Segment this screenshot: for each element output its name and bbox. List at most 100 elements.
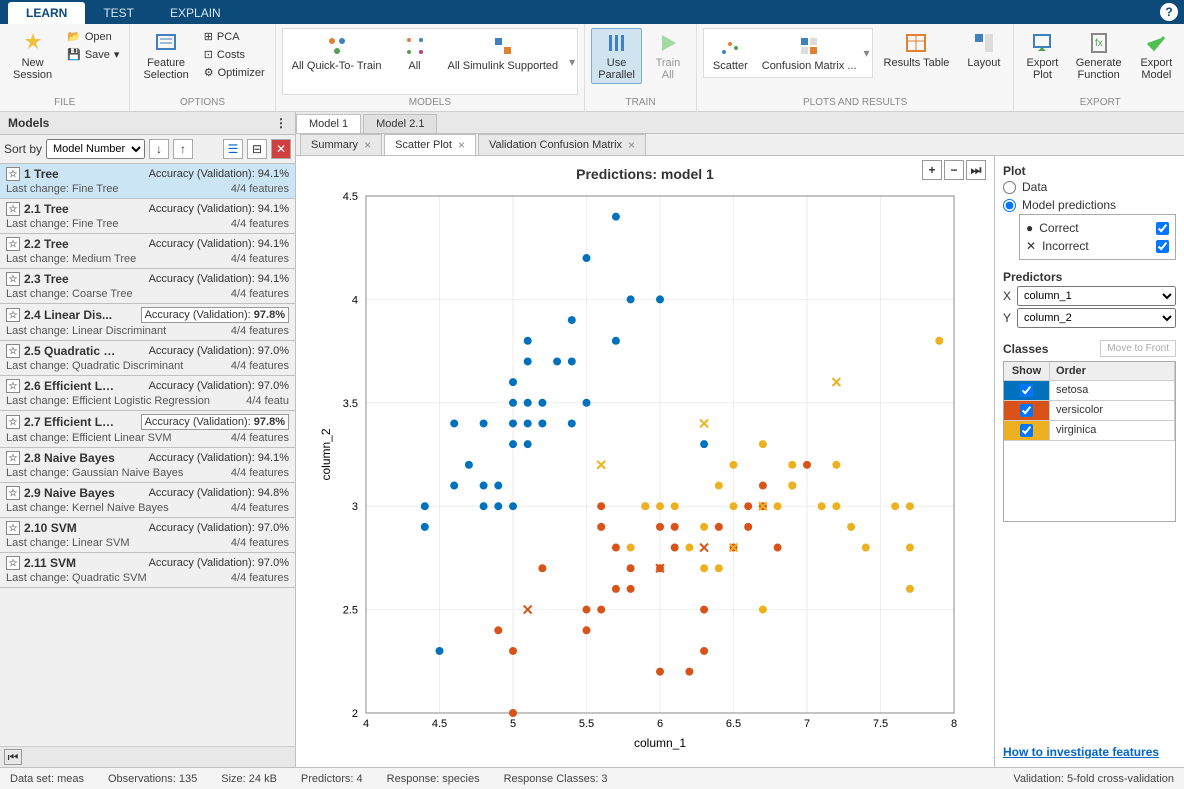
how-to-link[interactable]: How to investigate features xyxy=(1003,745,1176,759)
export-plot-button[interactable]: Export Plot xyxy=(1020,28,1064,84)
status-dataset: Data set: meas xyxy=(10,773,84,785)
svg-text:column_1: column_1 xyxy=(634,736,686,750)
zoom-in-button[interactable]: + xyxy=(922,160,942,180)
group-label-train: TRAIN xyxy=(591,95,690,111)
layout-button[interactable]: Layout xyxy=(960,28,1007,72)
page-first-button[interactable]: ⏮ xyxy=(4,749,22,765)
model-item[interactable]: ☆2.5 Quadratic … Accuracy (Validation): … xyxy=(0,341,295,376)
sub-tab-summary[interactable]: Summary× xyxy=(300,134,382,155)
predictors-section-title: Predictors xyxy=(1003,270,1176,284)
save-button[interactable]: 💾Save▾ xyxy=(63,46,123,63)
star-icon[interactable]: ☆ xyxy=(6,202,20,216)
sort-field-select[interactable]: Model Number xyxy=(46,139,145,159)
star-icon[interactable]: ☆ xyxy=(6,451,20,465)
use-parallel-button[interactable]: Use Parallel xyxy=(591,28,642,84)
new-session-button[interactable]: New Session xyxy=(6,28,59,84)
close-icon[interactable]: × xyxy=(458,138,465,152)
plots-dropdown-arrow[interactable]: ▾ xyxy=(864,46,870,60)
model-item[interactable]: ☆2.8 Naive Bayes Accuracy (Validation): … xyxy=(0,448,295,483)
class-row[interactable]: setosa xyxy=(1004,381,1175,401)
pca-icon: ⊞ xyxy=(204,30,213,43)
model-item[interactable]: ☆2.10 SVM Accuracy (Validation): 97.0% L… xyxy=(0,518,295,553)
panel-menu-icon[interactable]: ⋮ xyxy=(275,116,287,130)
star-icon[interactable]: ☆ xyxy=(6,521,20,535)
model-item[interactable]: ☆1 Tree Accuracy (Validation): 94.1% Las… xyxy=(0,164,295,199)
star-icon[interactable]: ☆ xyxy=(6,486,20,500)
svg-text:7: 7 xyxy=(804,718,810,730)
export-model-button[interactable]: Export Model xyxy=(1133,28,1180,84)
results-table-button[interactable]: Results Table xyxy=(877,28,957,72)
svg-text:6.5: 6.5 xyxy=(726,718,741,730)
class-row[interactable]: versicolor xyxy=(1004,401,1175,421)
tab-test[interactable]: TEST xyxy=(85,2,152,24)
move-to-front-button[interactable]: Move to Front xyxy=(1100,340,1176,357)
star-icon[interactable]: ☆ xyxy=(6,344,20,358)
star-icon[interactable]: ☆ xyxy=(6,272,20,286)
class-show-checkbox[interactable] xyxy=(1020,424,1033,437)
group-label-options: OPTIONS xyxy=(136,95,268,111)
star-icon[interactable]: ☆ xyxy=(6,308,20,322)
tab-learn[interactable]: LEARN xyxy=(8,2,85,24)
model-item[interactable]: ☆2.6 Efficient L… Accuracy (Validation):… xyxy=(0,376,295,411)
sort-asc-button[interactable]: ↑ xyxy=(173,139,193,159)
help-icon[interactable]: ? xyxy=(1160,3,1178,21)
sort-desc-button[interactable]: ↓ xyxy=(149,139,169,159)
incorrect-checkbox[interactable]: ✕Incorrect xyxy=(1026,237,1169,255)
star-icon[interactable]: ☆ xyxy=(6,237,20,251)
correct-checkbox[interactable]: ●Correct xyxy=(1026,219,1169,237)
open-button[interactable]: 📂Open xyxy=(63,28,123,45)
status-bar: Data set: meas Observations: 135 Size: 2… xyxy=(0,767,1184,789)
star-icon[interactable]: ☆ xyxy=(6,167,20,181)
order-header: Order xyxy=(1050,362,1175,381)
doc-tab-model1[interactable]: Model 1 xyxy=(296,114,361,133)
data-radio[interactable]: Data xyxy=(1003,178,1176,196)
scatter-button[interactable]: Scatter xyxy=(706,31,755,75)
sub-tab-confusion[interactable]: Validation Confusion Matrix× xyxy=(478,134,646,155)
status-validation: Validation: 5-fold cross-validation xyxy=(1013,773,1174,785)
class-show-checkbox[interactable] xyxy=(1020,404,1033,417)
model-item[interactable]: ☆2.1 Tree Accuracy (Validation): 94.1% L… xyxy=(0,199,295,234)
dot-icon: ● xyxy=(1026,221,1033,235)
tab-explain[interactable]: EXPLAIN xyxy=(152,2,239,24)
last-plot-button[interactable]: ⏭ xyxy=(966,160,986,180)
model-item[interactable]: ☆2.3 Tree Accuracy (Validation): 94.1% L… xyxy=(0,269,295,304)
y-predictor-select[interactable]: column_2 xyxy=(1017,308,1176,328)
all-button[interactable]: All xyxy=(393,31,437,75)
model-item[interactable]: ☆2.4 Linear Dis... Accuracy (Validation)… xyxy=(0,304,295,341)
all-quick-train-button[interactable]: All Quick-To- Train xyxy=(285,31,389,75)
optimizer-button[interactable]: ⚙Optimizer xyxy=(200,64,269,81)
class-row[interactable]: virginica xyxy=(1004,421,1175,441)
class-show-checkbox[interactable] xyxy=(1020,384,1033,397)
all-simulink-button[interactable]: All Simulink Supported xyxy=(441,31,566,75)
x-predictor-select[interactable]: column_1 xyxy=(1017,286,1176,306)
model-item[interactable]: ☆2.11 SVM Accuracy (Validation): 97.0% L… xyxy=(0,553,295,588)
generate-function-button[interactable]: fx Generate Function xyxy=(1068,28,1128,84)
close-icon[interactable]: × xyxy=(364,138,371,152)
model-predictions-radio[interactable]: Model predictions xyxy=(1003,196,1176,214)
ribbon-toolbar: New Session 📂Open 💾Save▾ FILE Feature Se… xyxy=(0,24,1184,112)
model-item[interactable]: ☆2.7 Efficient L… Accuracy (Validation):… xyxy=(0,411,295,448)
list-view-button[interactable]: ☰ xyxy=(223,139,243,159)
model-list[interactable]: ☆1 Tree Accuracy (Validation): 94.1% Las… xyxy=(0,164,295,746)
delete-button[interactable]: ✕ xyxy=(271,139,291,159)
status-observations: Observations: 135 xyxy=(108,773,197,785)
close-icon[interactable]: × xyxy=(628,138,635,152)
costs-button[interactable]: ⊡Costs xyxy=(200,46,269,63)
zoom-out-button[interactable]: − xyxy=(944,160,964,180)
feature-selection-button[interactable]: Feature Selection xyxy=(136,28,195,84)
sub-tab-scatter[interactable]: Scatter Plot× xyxy=(384,134,476,155)
doc-tab-model21[interactable]: Model 2.1 xyxy=(363,114,437,133)
scatter-chart[interactable]: 44.555.566.577.5822.533.544.5column_1col… xyxy=(316,186,974,753)
pca-button[interactable]: ⊞PCA xyxy=(200,28,269,45)
confusion-matrix-button[interactable]: Confusion Matrix ... xyxy=(755,31,864,75)
star-icon[interactable]: ☆ xyxy=(6,556,20,570)
train-all-button[interactable]: Train All xyxy=(646,28,690,84)
svg-text:5: 5 xyxy=(510,718,516,730)
folder-icon: 📂 xyxy=(67,30,81,43)
star-icon[interactable]: ☆ xyxy=(6,379,20,393)
model-item[interactable]: ☆2.9 Naive Bayes Accuracy (Validation): … xyxy=(0,483,295,518)
models-dropdown-arrow[interactable]: ▾ xyxy=(569,55,575,69)
model-item[interactable]: ☆2.2 Tree Accuracy (Validation): 94.1% L… xyxy=(0,234,295,269)
star-icon[interactable]: ☆ xyxy=(6,415,20,429)
expand-button[interactable]: ⊟ xyxy=(247,139,267,159)
